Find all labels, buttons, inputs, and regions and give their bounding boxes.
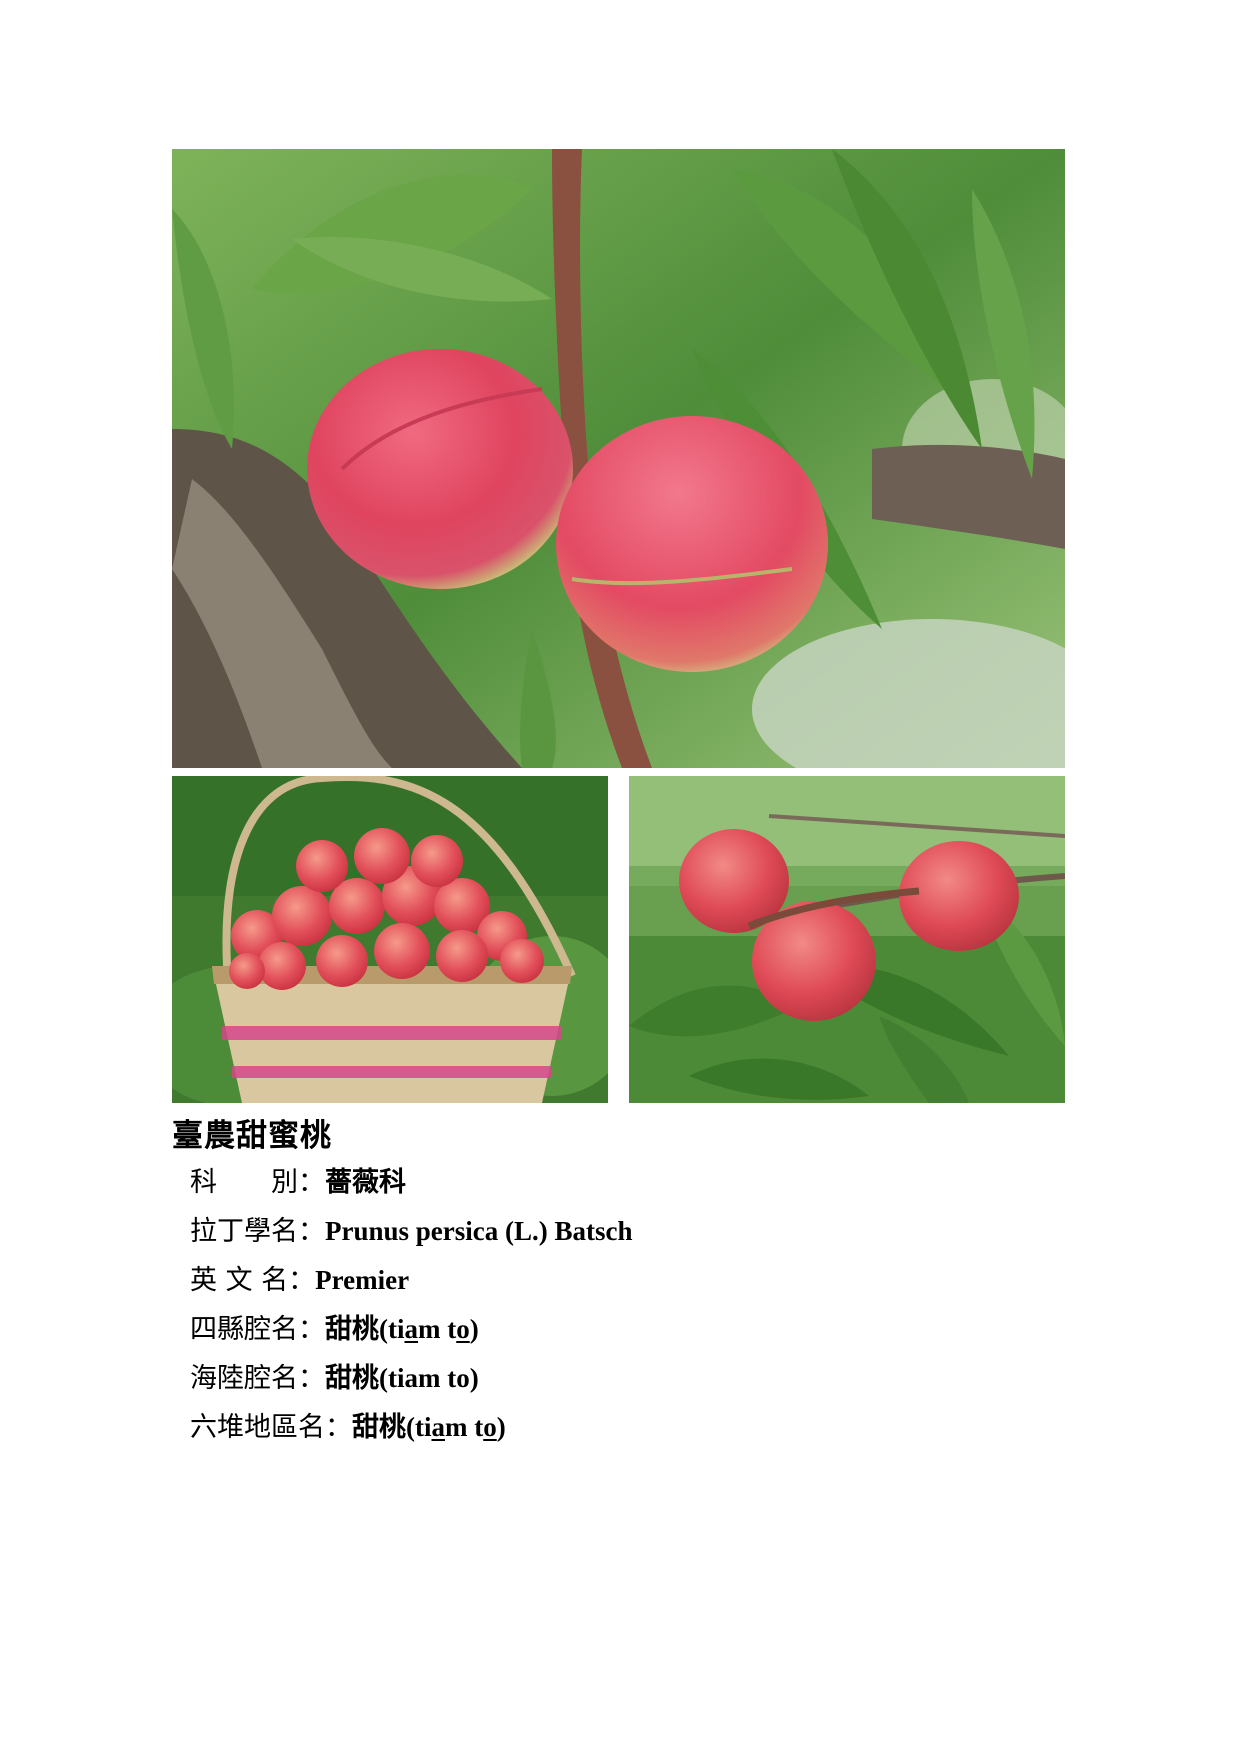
info-value-part: 薔薇科 xyxy=(325,1167,406,1198)
info-value: Premier xyxy=(315,1265,409,1295)
info-value: Prunus persica (L.) Batsch xyxy=(325,1216,633,1246)
info-label: 四縣腔名 xyxy=(190,1314,298,1345)
photo-peaches-on-branch xyxy=(172,149,1065,768)
info-value-part: 甜桃 xyxy=(325,1314,379,1345)
photo-basket-of-peaches xyxy=(172,776,608,1103)
photo-peaches-on-tree xyxy=(629,776,1065,1103)
info-value-part: Prunus persica (L.) Batsch xyxy=(325,1216,633,1246)
info-label: 六堆地區名 xyxy=(190,1412,325,1443)
info-value-part: ) xyxy=(496,1412,506,1442)
info-row: 拉丁學名：Prunus persica (L.) Batsch xyxy=(190,1211,633,1260)
variety-info-list: 科 別：薔薇科 拉丁學名：Prunus persica (L.) Batsch 英 … xyxy=(190,1162,633,1456)
info-value-part: m t xyxy=(417,1314,457,1344)
info-value-part: (tiam to) xyxy=(379,1363,479,1393)
info-label: 海陸腔名 xyxy=(190,1363,298,1394)
info-value-part: o xyxy=(456,1314,470,1344)
info-value-part: Premier xyxy=(315,1265,410,1295)
info-row: 六堆地區名：甜桃(tiam to) xyxy=(190,1407,633,1456)
info-value-part: m t xyxy=(444,1412,484,1442)
info-value-part: (ti xyxy=(379,1314,405,1344)
info-value-part: (ti xyxy=(406,1412,432,1442)
info-value: 甜桃(tiam to) xyxy=(352,1412,506,1443)
info-value: 甜桃(tiam to) xyxy=(325,1314,479,1345)
info-value-part: 甜桃 xyxy=(325,1363,379,1394)
info-value: 甜桃(tiam to) xyxy=(325,1363,479,1394)
variety-title: 臺農甜蜜桃 xyxy=(172,1118,332,1154)
info-value-part: 甜桃 xyxy=(352,1412,406,1443)
info-row: 海陸腔名：甜桃(tiam to) xyxy=(190,1358,633,1407)
info-row: 四縣腔名：甜桃(tiam to) xyxy=(190,1309,633,1358)
info-value: 薔薇科 xyxy=(325,1167,406,1198)
info-separator: ： xyxy=(298,1363,325,1394)
info-label: 英 文 名 xyxy=(190,1265,289,1296)
info-value-part: ) xyxy=(469,1314,479,1344)
info-separator: ： xyxy=(288,1265,316,1296)
info-row: 英 文 名：Premier xyxy=(190,1260,633,1309)
info-row: 科 別：薔薇科 xyxy=(190,1162,633,1211)
info-value-part: o xyxy=(483,1412,497,1442)
info-separator: ： xyxy=(325,1412,352,1443)
info-value-part: a xyxy=(404,1314,418,1344)
info-label: 科 別 xyxy=(190,1167,298,1198)
info-separator: ： xyxy=(298,1216,325,1247)
info-separator: ： xyxy=(298,1314,325,1345)
info-label: 拉丁學名 xyxy=(190,1216,298,1247)
info-value-part: a xyxy=(431,1412,445,1442)
info-separator: ： xyxy=(298,1167,325,1198)
